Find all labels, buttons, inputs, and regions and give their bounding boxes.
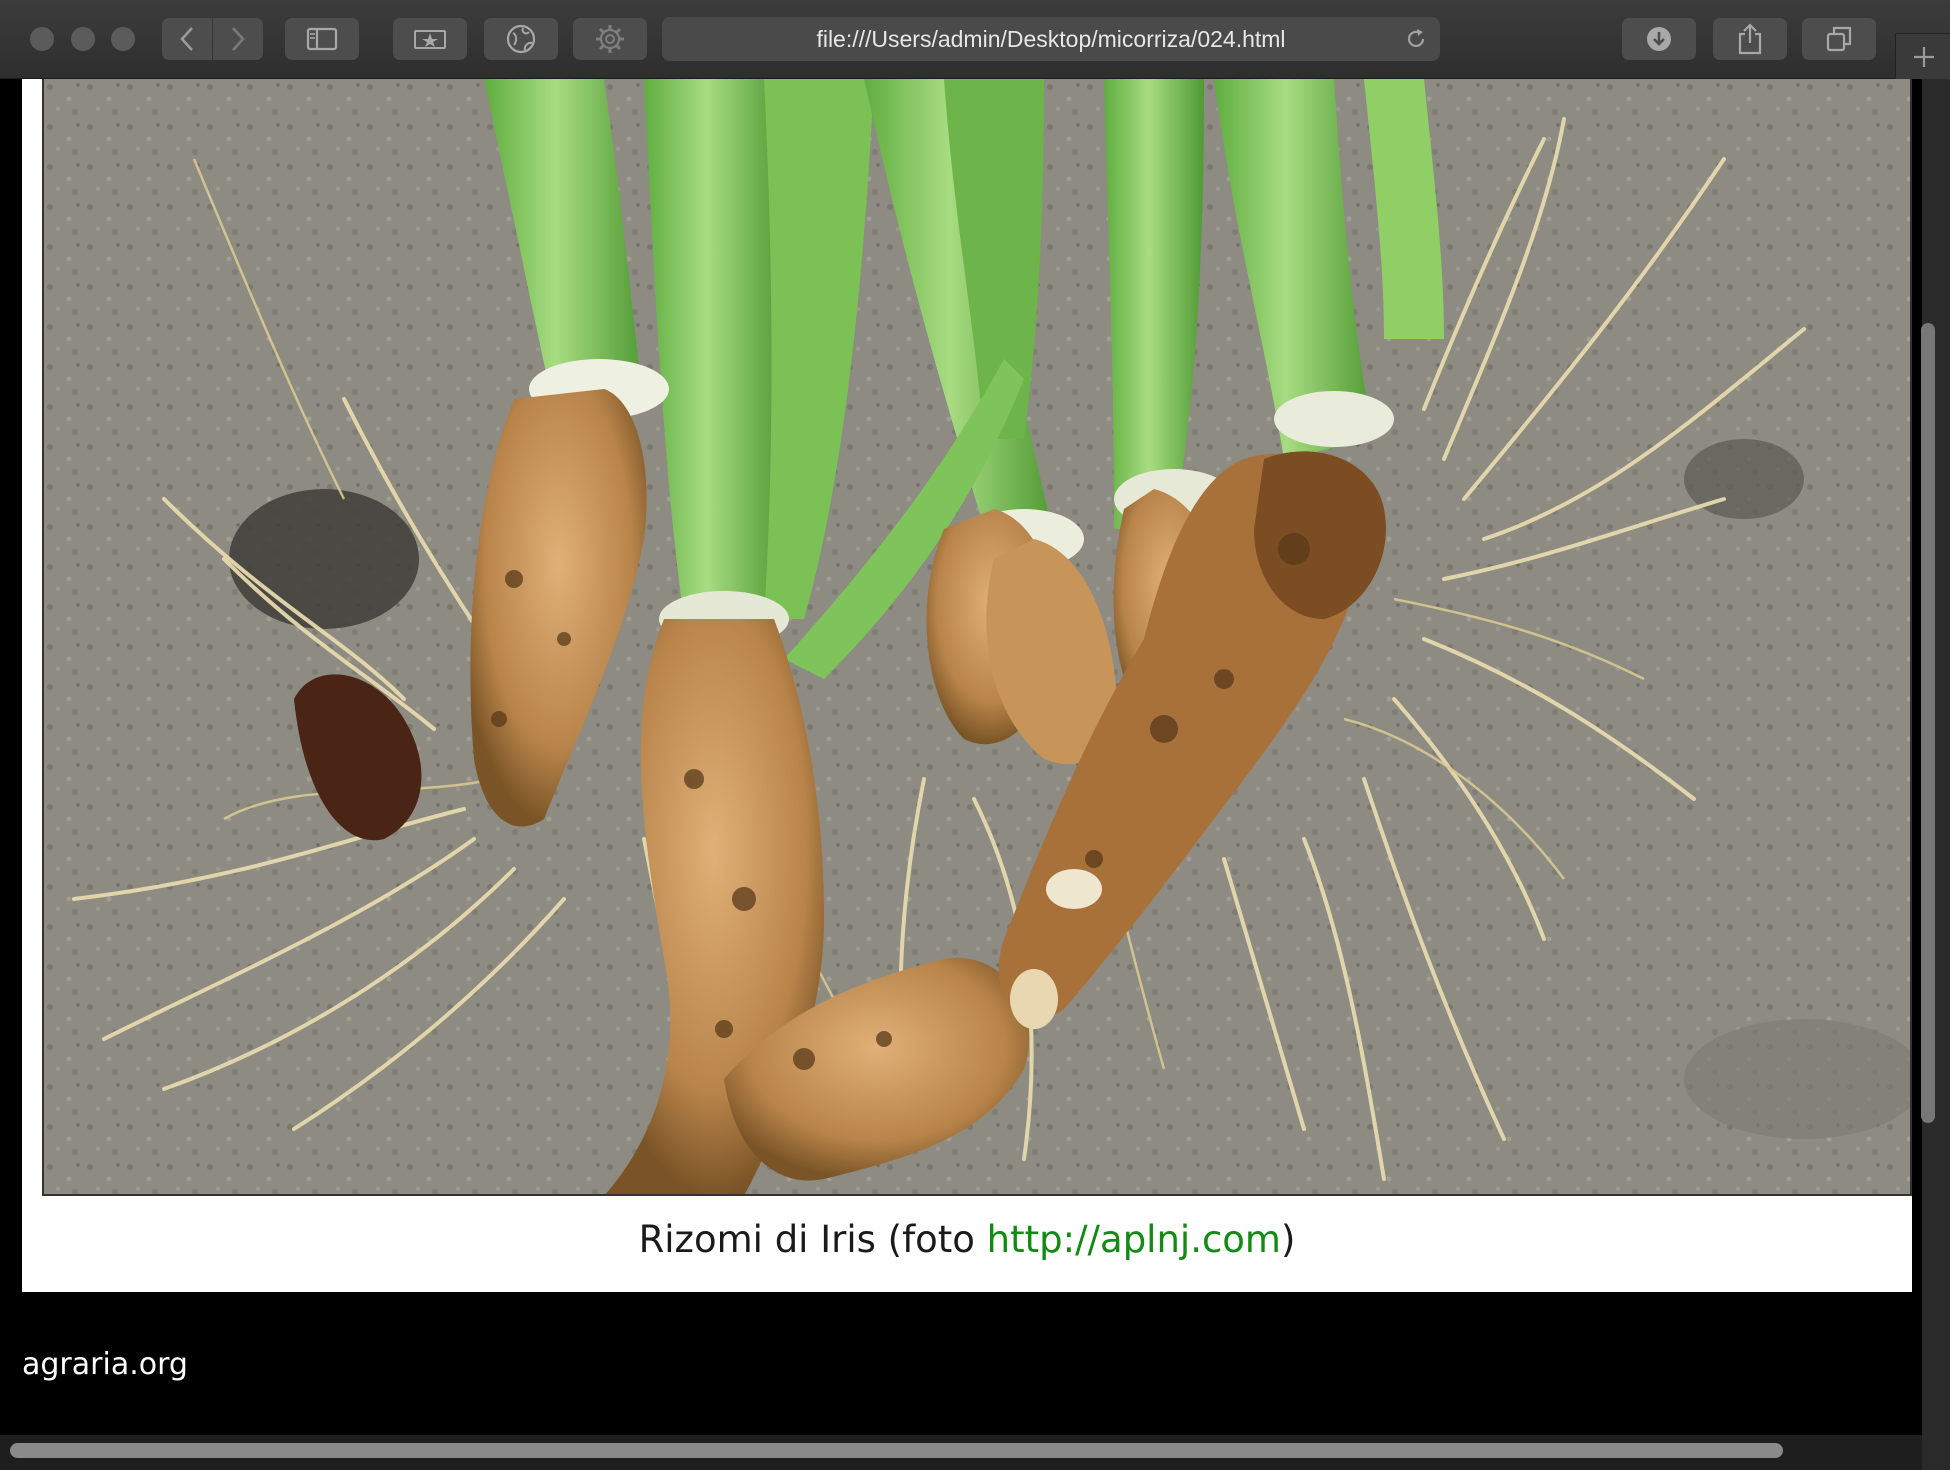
page-viewport: Rizomi di Iris (foto http://aplnj.com) a… <box>0 79 1950 1470</box>
site-name: agraria.org <box>22 1347 188 1382</box>
extension-button[interactable] <box>573 18 647 60</box>
address-bar[interactable]: file:///Users/admin/Desktop/micorriza/02… <box>662 17 1440 61</box>
new-tab-button[interactable] <box>1895 33 1950 79</box>
share-button[interactable] <box>1713 18 1787 60</box>
iris-rhizomes-photo <box>42 79 1912 1196</box>
sidebar-button[interactable] <box>285 18 359 60</box>
star-icon <box>414 30 446 49</box>
globe-icon <box>506 24 536 54</box>
vertical-scrollbar-thumb[interactable] <box>1921 323 1935 1123</box>
forward-button[interactable] <box>213 18 263 60</box>
sidebar-icon <box>306 27 338 51</box>
tab-overview-button[interactable] <box>1802 18 1876 60</box>
minimize-window-button[interactable] <box>71 27 95 51</box>
downloads-button[interactable] <box>1622 18 1696 60</box>
tabs-icon <box>1826 26 1852 52</box>
back-button[interactable] <box>162 18 212 60</box>
share-icon <box>1738 23 1762 55</box>
caption-link[interactable]: http://aplnj.com <box>987 1218 1281 1261</box>
address-text: file:///Users/admin/Desktop/micorriza/02… <box>816 26 1286 52</box>
figure: Rizomi di Iris (foto http://aplnj.com) <box>22 79 1912 1292</box>
top-sites-button[interactable] <box>393 18 467 60</box>
download-icon <box>1647 27 1671 51</box>
caption-close: ) <box>1280 1218 1296 1261</box>
web-inspector-button[interactable] <box>484 18 558 60</box>
reload-icon[interactable] <box>1404 27 1428 51</box>
chevron-right-icon <box>232 27 245 51</box>
close-window-button[interactable] <box>30 27 54 51</box>
browser-toolbar: file:///Users/admin/Desktop/micorriza/02… <box>0 0 1950 79</box>
gear-icon <box>596 25 624 53</box>
page-content: Rizomi di Iris (foto http://aplnj.com) a… <box>0 79 1922 1435</box>
plus-icon <box>1913 46 1934 67</box>
horizontal-scrollbar-thumb[interactable] <box>10 1443 1783 1458</box>
chevron-left-icon <box>180 27 193 51</box>
caption-text: Rizomi di Iris (foto <box>638 1218 987 1261</box>
zoom-window-button[interactable] <box>111 27 135 51</box>
figure-caption: Rizomi di Iris (foto http://aplnj.com) <box>22 1218 1912 1261</box>
